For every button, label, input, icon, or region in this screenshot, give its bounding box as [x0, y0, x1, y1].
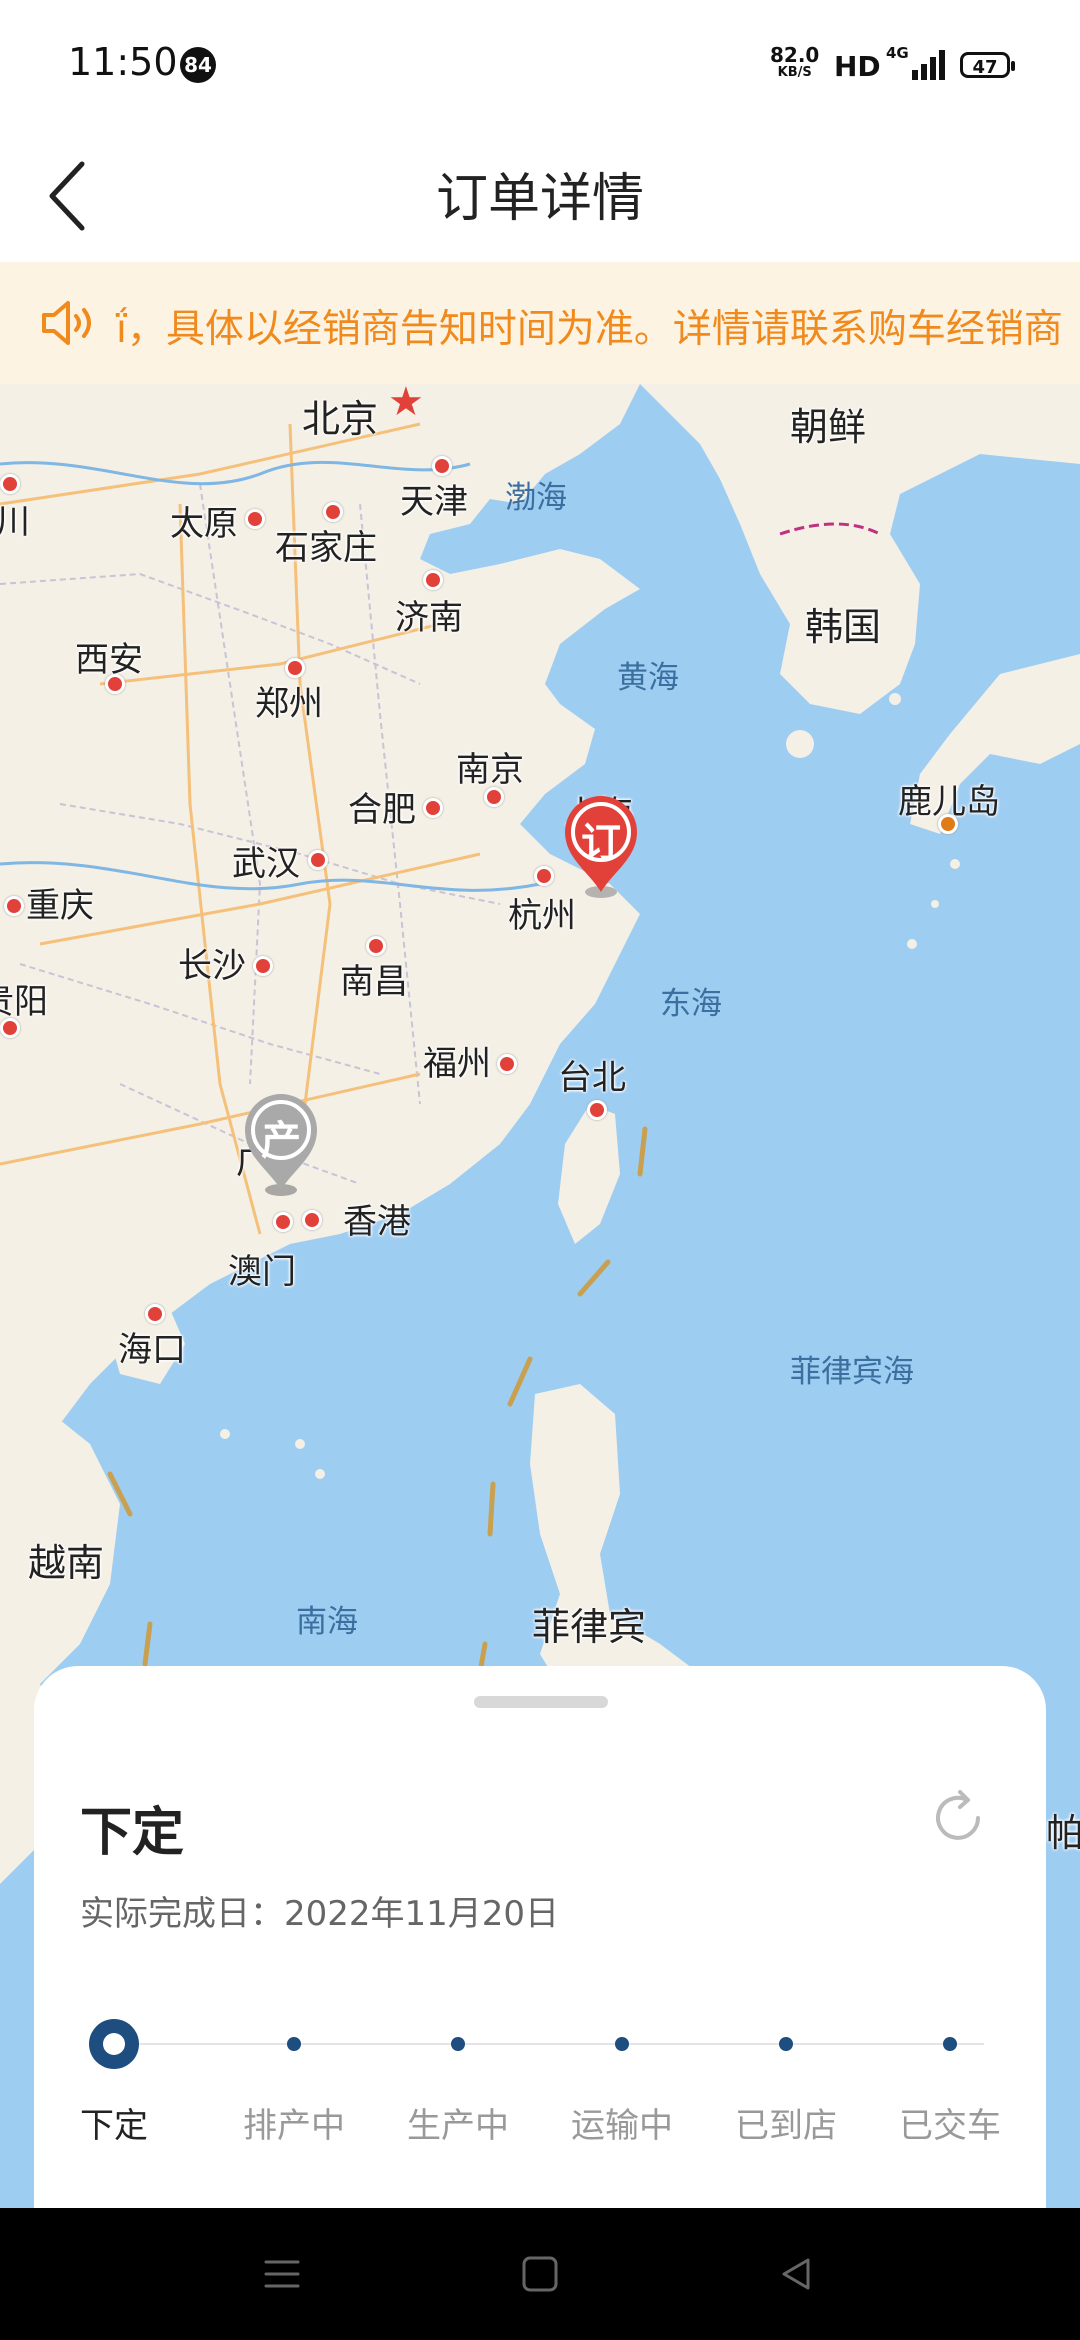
- system-navigation-bar: [0, 2208, 1080, 2340]
- city-dot: [308, 850, 328, 870]
- label-luerdao: 鹿儿岛: [898, 782, 1000, 822]
- city-dot: [145, 1304, 165, 1324]
- hd-indicator: HD: [834, 50, 881, 83]
- signal-icon: [912, 50, 946, 80]
- order-status-card: 下定 实际完成日：2022年11月20日 下定 排产中 生产中 运输中 已到店 …: [34, 1666, 1046, 2220]
- label-beijing: 北京: [302, 397, 379, 441]
- step-dot: [287, 2037, 301, 2051]
- label-fuzhou: 福州: [423, 1044, 491, 1084]
- city-dot: [366, 936, 386, 956]
- label-shijiazhuang: 石家庄: [275, 528, 377, 568]
- step-label-ordered: 下定: [80, 2106, 148, 2146]
- label-taibei: 台北: [558, 1058, 626, 1098]
- refresh-icon[interactable]: [926, 1786, 990, 1850]
- label-hefei: 合肥: [348, 790, 416, 830]
- net-speed: 82.0 KB/S: [770, 43, 820, 82]
- header: 订单详情: [0, 130, 1080, 262]
- label-xianggang: 香港: [343, 1202, 411, 1242]
- label-aomen: 澳门: [228, 1252, 296, 1292]
- city-dot: [253, 956, 273, 976]
- step-label-shipping: 运输中: [571, 2106, 673, 2146]
- order-status-title: 下定: [80, 1803, 185, 1863]
- completion-date: 实际完成日：2022年11月20日: [80, 1894, 560, 1934]
- city-dot: [497, 1054, 517, 1074]
- net-speed-value: 82.0: [770, 43, 820, 67]
- label-xian: 西安: [75, 640, 143, 680]
- battery-icon: 47: [960, 52, 1015, 78]
- order-marker-label: 订: [581, 820, 621, 866]
- city-dot: [0, 474, 20, 494]
- step-dot: [779, 2037, 793, 2051]
- status-time: 11:50: [68, 40, 178, 84]
- drag-handle[interactable]: [474, 1696, 608, 1708]
- label-yuenan: 越南: [28, 1541, 105, 1585]
- city-dot: [534, 866, 554, 886]
- city-dot: [302, 1210, 322, 1230]
- label-yinchuan: 银川: [0, 502, 30, 542]
- notification-count-badge: 84: [180, 47, 216, 83]
- label-chaoxian: 朝鲜: [790, 405, 867, 449]
- capital-star-icon: ★: [388, 384, 424, 425]
- page-title: 订单详情: [435, 169, 644, 229]
- city-dot: [587, 1100, 607, 1120]
- network-type: 4G: [886, 44, 909, 62]
- label-feilvbinhai: 菲律宾海: [790, 1354, 914, 1390]
- label-changsha: 长沙: [178, 946, 246, 986]
- city-dot: [285, 658, 305, 678]
- speaker-icon: [42, 301, 91, 345]
- step-label-delivered: 已交车: [899, 2106, 1001, 2146]
- label-jinan: 济南: [395, 598, 463, 638]
- label-taiyuan: 太原: [170, 504, 238, 544]
- label-haikou: 海口: [118, 1330, 186, 1370]
- label-zhengzhou: 郑州: [255, 684, 323, 724]
- notice-text: ḯ，具体以经销商告知时间为准。详情请联系购车经销商: [116, 307, 1063, 352]
- back-triangle-icon[interactable]: [776, 2254, 816, 2294]
- label-bohai: 渤海: [505, 480, 567, 516]
- production-marker-label: 产: [261, 1118, 301, 1164]
- step-label-arrived: 已到店: [735, 2106, 837, 2146]
- step-current-indicator: [89, 2019, 139, 2069]
- city-dot: [273, 1212, 293, 1232]
- label-wuhan: 武汉: [232, 844, 300, 884]
- label-donghai: 东海: [660, 986, 722, 1022]
- label-feilvbin: 菲律宾: [532, 1605, 647, 1649]
- label-palau: 帕: [1046, 1811, 1080, 1855]
- step-dot: [451, 2037, 465, 2051]
- step-dot: [943, 2037, 957, 2051]
- city-dot: [432, 456, 452, 476]
- city-dot: [245, 509, 265, 529]
- city-dot: [423, 798, 443, 818]
- label-guiyang: 贵阳: [0, 982, 48, 1022]
- city-dot: [4, 896, 24, 916]
- label-nanjing: 南京: [456, 750, 524, 790]
- notice-banner[interactable]: ḯ，具体以经销商告知时间为准。详情请联系购车经销商: [0, 262, 1080, 384]
- label-nanchang: 南昌: [340, 962, 408, 1002]
- step-label-scheduling: 排产中: [243, 2106, 345, 2146]
- step-label-producing: 生产中: [407, 2106, 509, 2146]
- menu-icon[interactable]: [262, 2254, 302, 2294]
- home-icon[interactable]: [520, 2254, 560, 2294]
- status-bar: 11:50 84 82.0 KB/S HD 4G 47: [0, 0, 1080, 130]
- city-dot: [423, 570, 443, 590]
- city-dot: [323, 502, 343, 522]
- label-chongqing: 重庆: [26, 886, 94, 926]
- production-location-marker[interactable]: 产: [241, 1090, 321, 1200]
- step-dot: [615, 2037, 629, 2051]
- progress-track: [114, 2043, 984, 2045]
- label-hanguo: 韩国: [805, 605, 882, 649]
- label-huanghai: 黄海: [617, 660, 679, 696]
- label-nanhai: 南海: [296, 1604, 358, 1640]
- order-location-marker[interactable]: 订: [561, 792, 641, 902]
- label-tianjin: 天津: [400, 482, 468, 522]
